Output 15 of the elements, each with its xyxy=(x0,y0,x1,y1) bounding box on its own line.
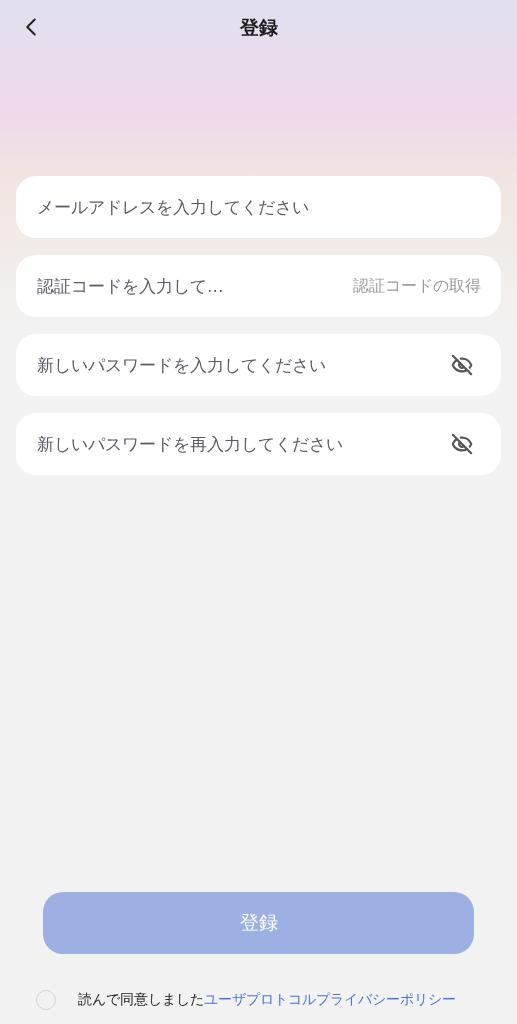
page-title: 登録 xyxy=(239,15,278,40)
agreement-text: 読んで同意しました xyxy=(78,991,204,1009)
input-field[interactable]: 認証コードを入力して… 認証コードの取得 xyxy=(16,255,501,317)
input-field[interactable]: 新しいパスワードを入力してください xyxy=(16,334,501,396)
policy-link[interactable]: ユーザプロトコル xyxy=(204,991,316,1009)
policy-link[interactable]: プライバシーポリシー xyxy=(316,991,456,1009)
text-input[interactable]: メールアドレスを入力してください xyxy=(37,197,481,217)
get-code-button[interactable]: 認証コードの取得 xyxy=(353,275,481,297)
input-field[interactable]: 新しいパスワードを再入力してください xyxy=(16,413,501,475)
eye-off-icon[interactable] xyxy=(451,354,473,376)
text-input[interactable]: 新しいパスワードを再入力してください xyxy=(37,434,443,454)
input-field[interactable]: メールアドレスを入力してください xyxy=(16,176,501,238)
eye-off-icon[interactable] xyxy=(451,433,473,455)
text-input[interactable]: 新しいパスワードを入力してください xyxy=(37,355,443,375)
text-input[interactable]: 認証コードを入力して… xyxy=(37,276,345,296)
